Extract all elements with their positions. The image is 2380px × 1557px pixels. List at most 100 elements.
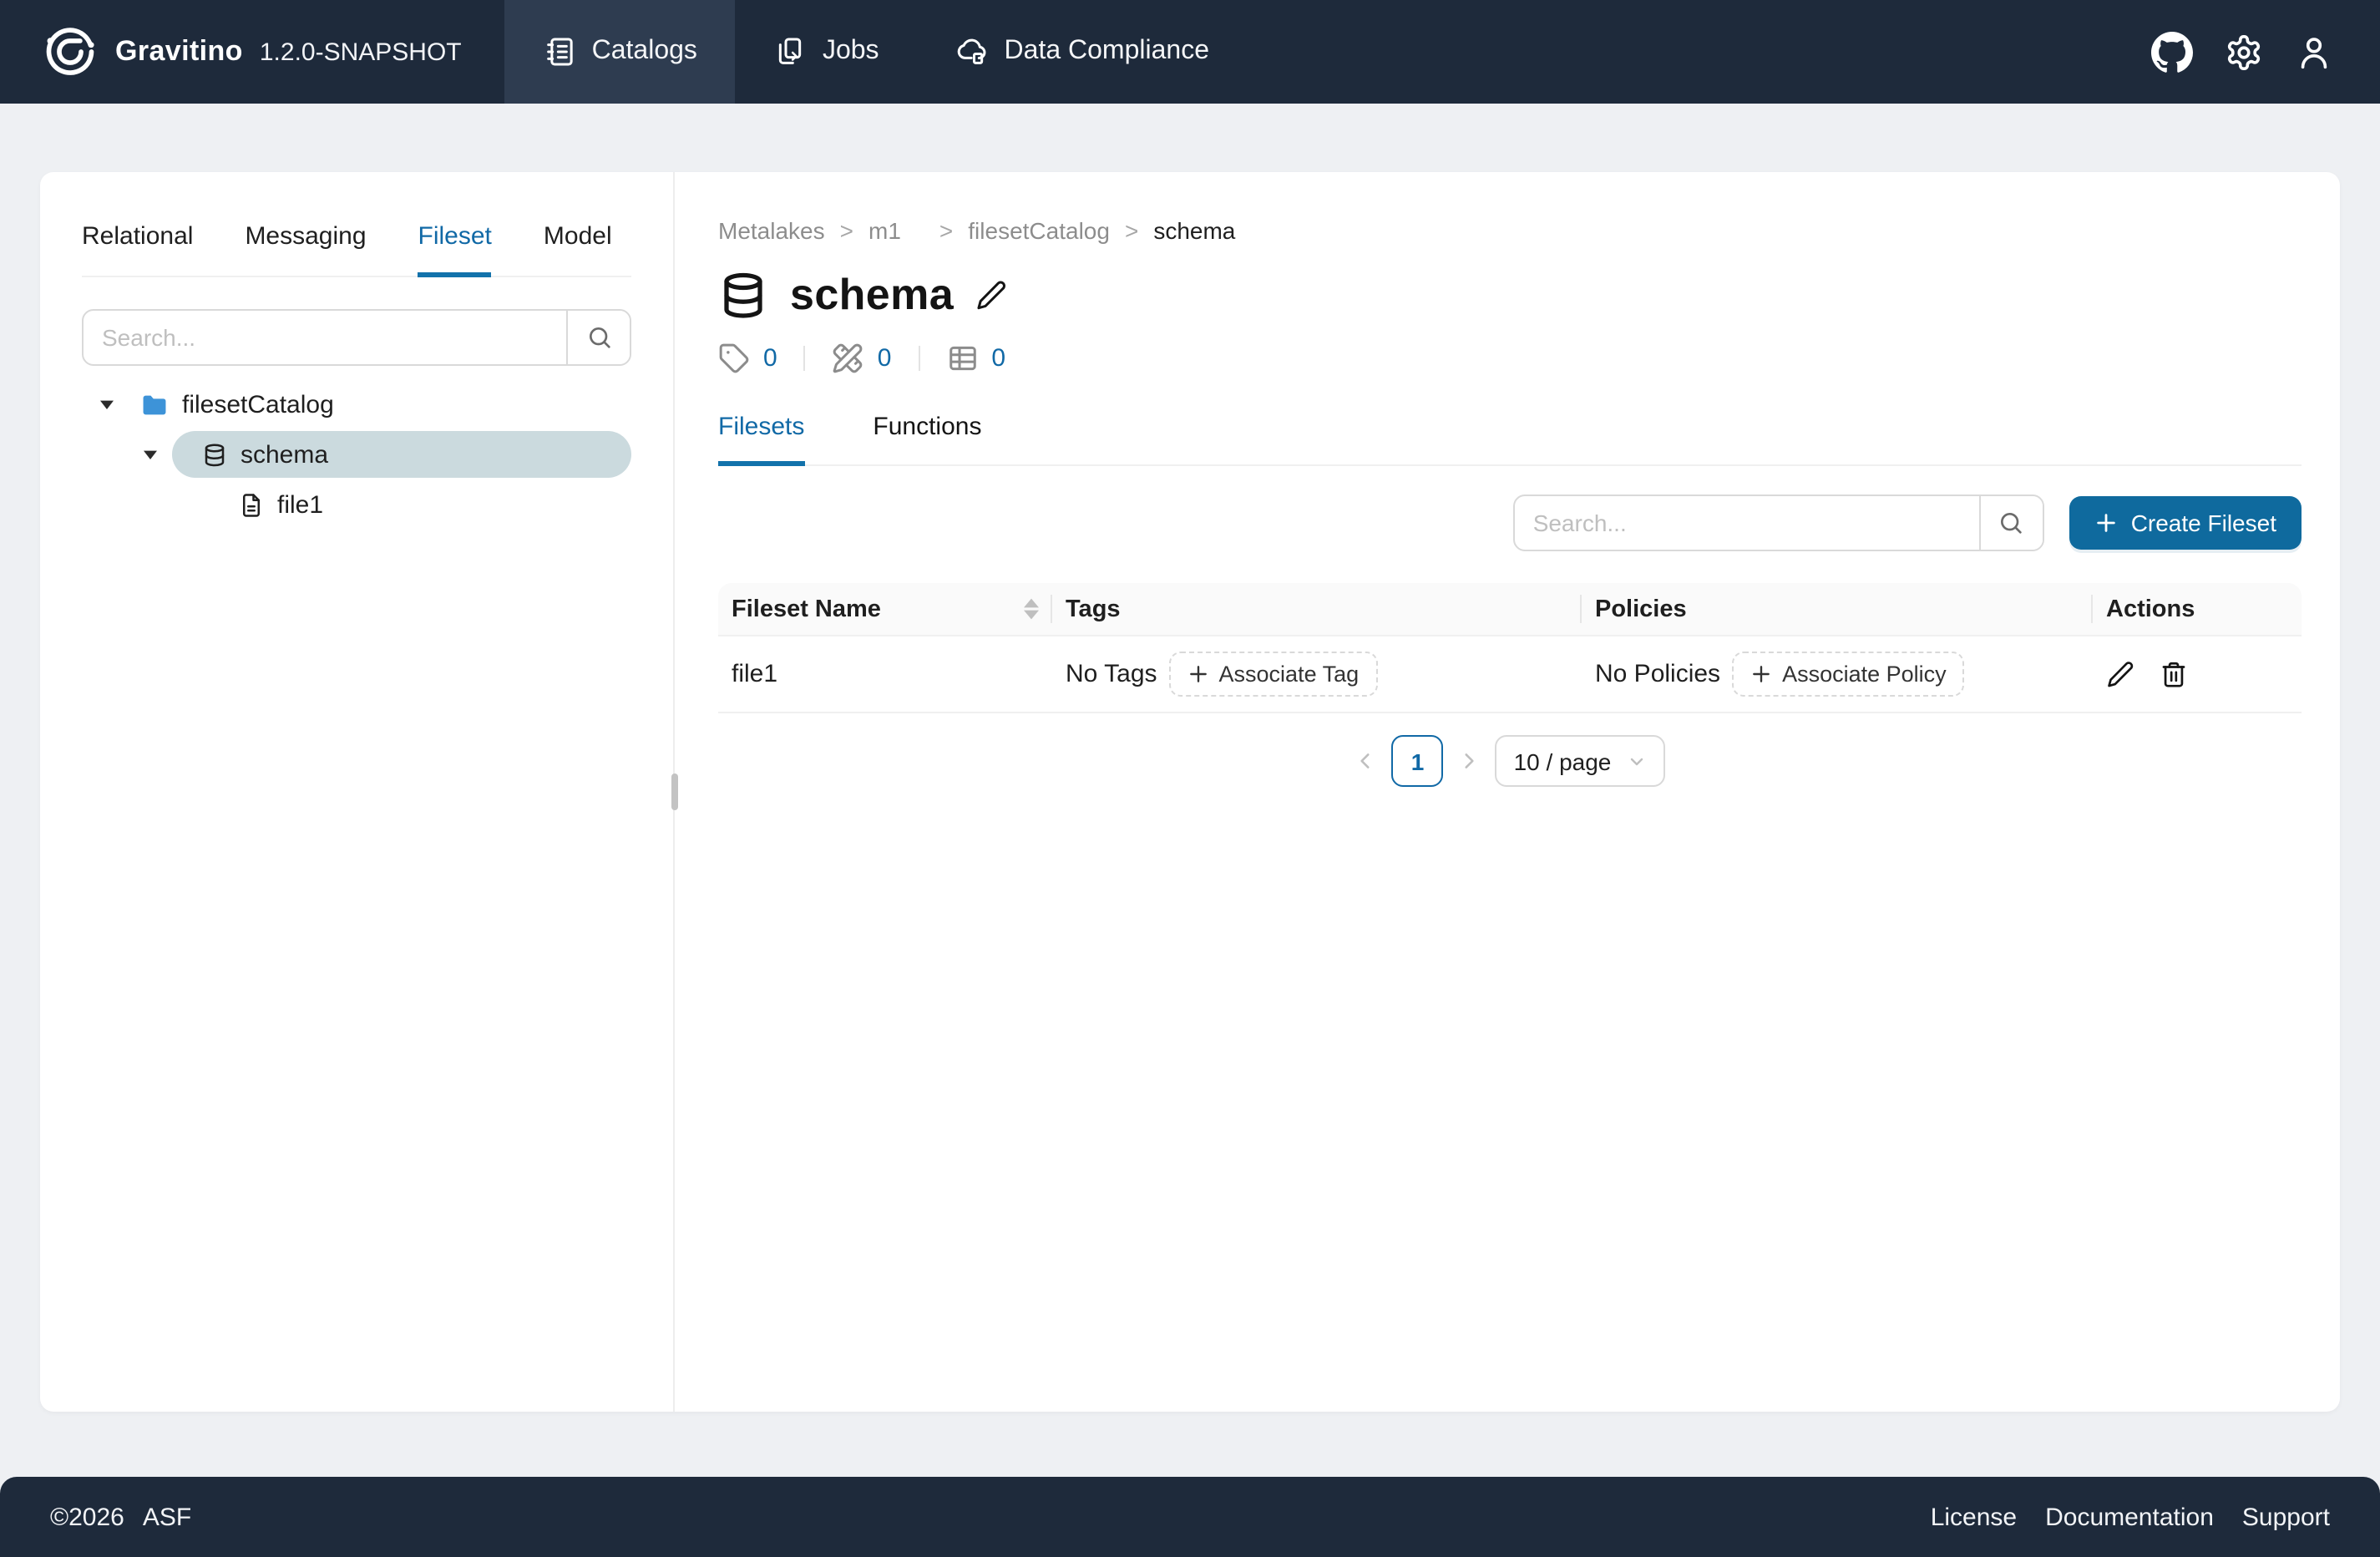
delete-row-icon[interactable] <box>2160 660 2188 688</box>
breadcrumb-schema: schema <box>1153 217 1235 244</box>
top-navbar: Gravitino 1.2.0-SNAPSHOT Catalogs <box>0 0 2380 104</box>
table-search-input[interactable] <box>1515 496 1979 550</box>
stat-tags: 0 <box>718 342 777 374</box>
tags-count[interactable]: 0 <box>763 344 777 373</box>
panel-resize-handle[interactable] <box>671 773 677 810</box>
nav-tab-jobs[interactable]: Jobs <box>736 0 918 104</box>
create-fileset-label: Create Fileset <box>2131 510 2276 536</box>
brand-version: 1.2.0-SNAPSHOT <box>260 38 462 66</box>
gravitino-app: Gravitino 1.2.0-SNAPSHOT Catalogs <box>0 0 2380 1557</box>
sort-icon[interactable] <box>1024 598 1039 620</box>
table-header-row: Fileset Name Tags Policies Actions <box>718 583 2302 636</box>
tab-model[interactable]: Model <box>544 222 612 277</box>
breadcrumb-m1[interactable]: m1 <box>868 217 901 244</box>
tab-functions[interactable]: Functions <box>873 413 981 466</box>
nav-tab-label: Jobs <box>823 37 879 67</box>
objects-count[interactable]: 0 <box>991 344 1005 373</box>
associate-policy-button[interactable]: Associate Policy <box>1732 652 1965 697</box>
title-row: schema <box>718 269 2302 321</box>
nav-tab-data-compliance[interactable]: Data Compliance <box>918 0 1248 104</box>
tab-filesets[interactable]: Filesets <box>718 413 804 466</box>
breadcrumb-separator: > <box>939 217 953 244</box>
no-tags-text: No Tags <box>1066 660 1157 688</box>
database-icon <box>202 442 227 467</box>
cloud-compliance-icon <box>956 35 990 68</box>
panel-divider <box>673 172 675 1412</box>
brand-home-link[interactable]: Gravitino 1.2.0-SNAPSHOT <box>0 0 505 104</box>
pagination: 1 10 / page <box>718 735 2302 787</box>
cell-fileset-name[interactable]: file1 <box>718 636 1052 713</box>
next-page-icon[interactable] <box>1459 750 1481 772</box>
tree-node-label: schema <box>241 440 328 469</box>
tree-node-file1[interactable]: file1 <box>82 481 631 528</box>
tree-node-label: file1 <box>277 490 323 519</box>
page-body: Relational Messaging Fileset Model <box>0 104 2380 1477</box>
prev-page-icon[interactable] <box>1355 750 1377 772</box>
user-icon[interactable] <box>2295 33 2333 71</box>
page-size-select[interactable]: 10 / page <box>1496 735 1665 787</box>
jobs-icon <box>774 35 808 68</box>
breadcrumb-separator: > <box>1125 217 1138 244</box>
catalog-sidebar: Relational Messaging Fileset Model <box>40 172 673 1412</box>
caret-down-icon[interactable] <box>142 446 159 463</box>
tag-icon <box>718 342 750 374</box>
pencil-ruler-icon <box>833 342 864 374</box>
tree-node-schema[interactable]: schema <box>82 431 631 478</box>
chevron-down-icon <box>1626 751 1646 771</box>
associate-tag-button[interactable]: Associate Tag <box>1169 652 1378 697</box>
filesets-table: Fileset Name Tags Policies Actions <box>718 583 2302 713</box>
breadcrumb-filesetCatalog[interactable]: filesetCatalog <box>968 217 1110 244</box>
tab-messaging[interactable]: Messaging <box>245 222 366 277</box>
policies-count[interactable]: 0 <box>878 344 892 373</box>
catalog-type-tabs: Relational Messaging Fileset Model <box>82 222 631 277</box>
search-icon <box>1998 510 2025 536</box>
nav-tab-catalogs[interactable]: Catalogs <box>505 0 736 104</box>
sidebar-search-input[interactable] <box>84 311 566 364</box>
search-icon <box>585 324 612 351</box>
gear-icon[interactable] <box>2225 33 2263 71</box>
catalogs-icon <box>544 35 577 68</box>
support-link[interactable]: Support <box>2242 1503 2330 1531</box>
cell-actions <box>2093 636 2302 713</box>
edit-row-icon[interactable] <box>2106 660 2134 688</box>
column-fileset-name[interactable]: Fileset Name <box>718 583 1052 636</box>
breadcrumb-metalakes[interactable]: Metalakes <box>718 217 825 244</box>
license-link[interactable]: License <box>1931 1503 2017 1531</box>
no-policies-text: No Policies <box>1595 660 1720 688</box>
nav-tab-label: Data Compliance <box>1005 37 1209 67</box>
table-search-button[interactable] <box>1979 496 2043 550</box>
brand-name: Gravitino <box>115 35 243 68</box>
plus-icon <box>1187 663 1209 685</box>
github-icon[interactable] <box>2151 31 2193 73</box>
create-fileset-button[interactable]: Create Fileset <box>2069 496 2302 550</box>
navbar-actions <box>2151 0 2380 104</box>
page-size-value: 10 / page <box>1514 748 1612 774</box>
associate-tag-label: Associate Tag <box>1219 662 1360 687</box>
table-toolbar: Create Fileset <box>718 494 2302 551</box>
caret-down-icon[interactable] <box>99 396 115 413</box>
tree-node-selected[interactable]: schema <box>172 431 631 478</box>
stat-policies: 0 <box>833 342 892 374</box>
documentation-link[interactable]: Documentation <box>2045 1503 2214 1531</box>
sidebar-search-button[interactable] <box>566 311 630 364</box>
column-tags: Tags <box>1052 583 1582 636</box>
page-title: schema <box>790 269 954 321</box>
cell-tags: No Tags Associate Tag <box>1052 636 1582 713</box>
stat-objects: 0 <box>946 342 1005 374</box>
associate-policy-label: Associate Policy <box>1782 662 1947 687</box>
gravitino-logo-icon <box>42 23 99 80</box>
breadcrumb: Metalakes > m1 > filesetCatalog > schema <box>718 217 2302 244</box>
column-label: Fileset Name <box>732 596 881 622</box>
tree-node-filesetCatalog[interactable]: filesetCatalog <box>82 381 631 428</box>
plus-icon <box>1750 663 1772 685</box>
nav-tab-label: Catalogs <box>592 37 697 67</box>
tab-relational[interactable]: Relational <box>82 222 193 277</box>
schema-detail-panel: Metalakes > m1 > filesetCatalog > schema <box>675 172 2340 1412</box>
asf-link[interactable]: ASF <box>143 1503 191 1531</box>
stats-row: 0 0 <box>718 342 2302 374</box>
tab-fileset[interactable]: Fileset <box>418 222 492 277</box>
page-footer: ©2026 ASF License Documentation Support <box>0 1477 2380 1557</box>
cell-policies: No Policies Associate Policy <box>1582 636 2093 713</box>
page-number-1[interactable]: 1 <box>1392 735 1444 787</box>
edit-title-icon[interactable] <box>975 279 1007 311</box>
